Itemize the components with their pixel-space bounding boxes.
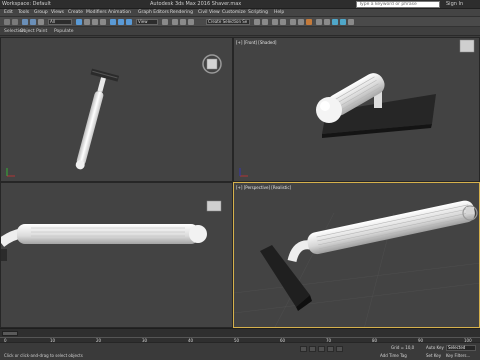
title-bar: Workspace: Default Autodesk 3ds Max 2016…	[0, 0, 480, 9]
scale-icon[interactable]	[126, 19, 132, 25]
selection-filter-dropdown[interactable]: All	[48, 19, 72, 25]
viewport-perspective[interactable]: [+] [Perspective] [Realistic]	[233, 182, 480, 328]
render-iterative-icon[interactable]	[340, 19, 346, 25]
mirror-icon[interactable]	[254, 19, 260, 25]
scene-explorer-icon[interactable]	[280, 19, 286, 25]
main-toolbar: All View Create Selection Se	[0, 17, 480, 27]
workspace-selector[interactable]: Workspace: Default	[2, 1, 51, 7]
key-filters-button[interactable]: Key Filters...	[446, 353, 470, 358]
menu-civil-view[interactable]: Civil View	[198, 10, 220, 15]
app-title: Autodesk 3ds Max 2016 Shaver.max	[150, 1, 242, 7]
razor-left-view	[1, 200, 222, 261]
link-icon[interactable]	[22, 19, 28, 25]
layer-manager-icon[interactable]	[272, 19, 278, 25]
viewcube-icon[interactable]	[202, 54, 222, 74]
axis-gizmo-icon	[6, 168, 15, 177]
reference-coordinate-dropdown[interactable]: View	[136, 19, 158, 25]
menu-animation[interactable]: Animation	[108, 10, 131, 15]
rendered-frame-window-icon[interactable]	[324, 19, 330, 25]
next-frame-icon[interactable]	[327, 346, 334, 352]
undo-icon[interactable]	[4, 19, 10, 25]
curve-editor-icon[interactable]	[290, 19, 296, 25]
add-time-tag[interactable]: Add Time Tag	[380, 353, 407, 358]
ribbon: Selection Object Paint Populate	[0, 27, 480, 36]
menu-customize[interactable]: Customize	[222, 10, 246, 15]
pivot-point-icon[interactable]	[162, 19, 168, 25]
window-crossing-icon[interactable]	[100, 19, 106, 25]
select-object-icon[interactable]	[76, 19, 82, 25]
unlink-icon[interactable]	[30, 19, 36, 25]
menu-rendering[interactable]: Rendering	[170, 10, 193, 15]
render-setup-icon[interactable]	[316, 19, 322, 25]
menu-edit[interactable]: Edit	[4, 10, 13, 15]
angle-snap-icon[interactable]	[180, 19, 186, 25]
track-bar[interactable]	[0, 337, 480, 338]
rotate-icon[interactable]	[118, 19, 124, 25]
previous-frame-icon[interactable]	[309, 346, 316, 352]
menu-modifiers[interactable]: Modifiers	[86, 10, 107, 15]
snaps-toggle-icon[interactable]	[172, 19, 178, 25]
selected-dropdown[interactable]: Selected	[446, 345, 476, 351]
viewcube-icon[interactable]	[459, 39, 475, 53]
search-input[interactable]: Type a keyword or phrase	[356, 1, 440, 8]
menu-scripting[interactable]: Scripting	[248, 10, 268, 15]
percent-snap-icon[interactable]	[188, 19, 194, 25]
play-icon[interactable]	[318, 346, 325, 352]
redo-icon[interactable]	[12, 19, 18, 25]
menu-create[interactable]: Create	[68, 10, 83, 15]
named-selection-dropdown[interactable]: Create Selection Se	[206, 19, 250, 25]
axis-gizmo-icon	[239, 168, 248, 177]
go-to-start-icon[interactable]	[300, 346, 307, 352]
go-to-end-icon[interactable]	[336, 346, 343, 352]
a360-render-icon[interactable]	[348, 19, 354, 25]
menu-help[interactable]: Help	[274, 10, 284, 15]
razor-front-view	[239, 39, 475, 177]
set-key-button[interactable]: Set Key	[426, 353, 441, 358]
move-icon[interactable]	[110, 19, 116, 25]
select-by-name-icon[interactable]	[84, 19, 90, 25]
menu-views[interactable]: Views	[51, 10, 64, 15]
rectangular-selection-icon[interactable]	[92, 19, 98, 25]
viewport-left[interactable]	[0, 182, 233, 328]
ribbon-tab-populate[interactable]: Populate	[54, 29, 74, 34]
razor-perspective-view	[234, 200, 479, 327]
viewport-front[interactable]: [+] [Front] [Shaded]	[233, 37, 480, 182]
menu-graph-editors[interactable]: Graph Editors	[138, 10, 169, 15]
menu-tools[interactable]: Tools	[18, 10, 29, 15]
menu-bar: Edit Tools Group Views Create Modifiers An…	[0, 9, 480, 17]
render-production-icon[interactable]	[332, 19, 338, 25]
time-slider[interactable]: 0 10 20 30 40 50 60 70 80 90 100	[0, 328, 480, 343]
sign-in-link[interactable]: Sign In	[446, 1, 463, 7]
time-slider-thumb[interactable]	[2, 331, 18, 336]
schematic-view-icon[interactable]	[298, 19, 304, 25]
viewcube-icon[interactable]	[206, 200, 222, 212]
auto-key-button[interactable]: Auto Key	[426, 345, 444, 350]
viewport-top[interactable]	[0, 37, 233, 182]
status-bar: Click or click-and-drag to select object…	[0, 342, 480, 360]
ribbon-tab-object-paint[interactable]: Object Paint	[20, 29, 47, 34]
grid-readout: Grid = 10,0	[391, 345, 415, 350]
prompt-line: Click or click-and-drag to select object…	[4, 353, 83, 358]
menu-group[interactable]: Group	[34, 10, 48, 15]
material-editor-icon[interactable]	[306, 19, 312, 25]
razor-top-view	[6, 54, 222, 177]
align-icon[interactable]	[262, 19, 268, 25]
bind-space-warp-icon[interactable]	[38, 19, 44, 25]
